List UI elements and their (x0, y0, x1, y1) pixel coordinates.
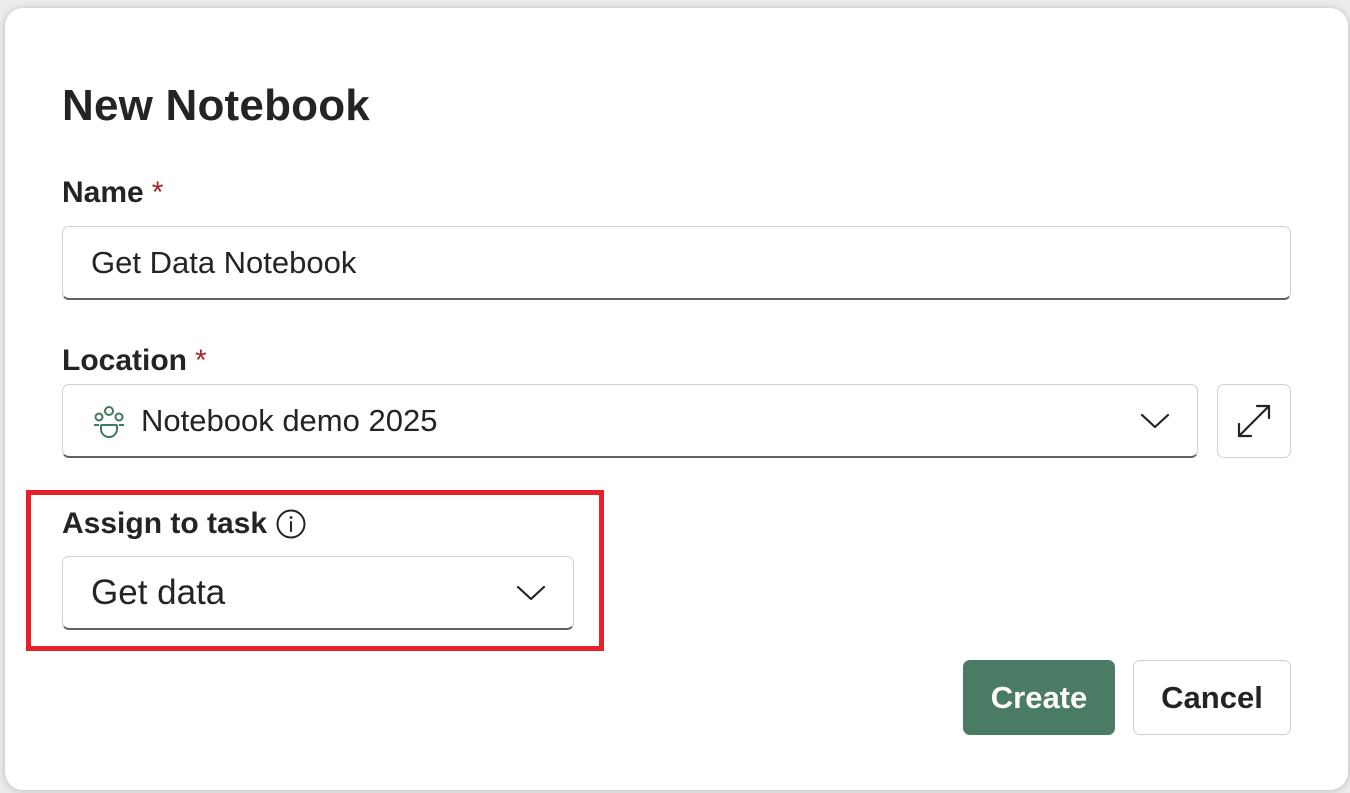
expand-icon (1237, 404, 1271, 438)
location-label-text: Location (62, 344, 187, 377)
dialog-title: New Notebook (62, 81, 370, 130)
location-dropdown[interactable]: Notebook demo 2025 (62, 384, 1198, 458)
location-required-marker: * (195, 344, 207, 377)
chevron-down-icon (1140, 413, 1170, 428)
workspace-icon (94, 405, 124, 438)
cancel-button[interactable]: Cancel (1133, 660, 1291, 735)
name-input[interactable]: Get Data Notebook (62, 226, 1291, 300)
highlight-annotation-box (26, 490, 604, 651)
new-notebook-dialog: New Notebook Name * Get Data Notebook Loc… (5, 8, 1348, 790)
name-label: Name * (62, 175, 163, 211)
name-required-marker: * (151, 176, 164, 209)
location-value: Notebook demo 2025 (141, 402, 438, 438)
create-button[interactable]: Create (963, 660, 1115, 735)
location-label: Location * (62, 343, 207, 379)
name-label-text: Name (62, 176, 144, 209)
name-input-value: Get Data Notebook (91, 244, 357, 280)
expand-location-button[interactable] (1217, 384, 1291, 458)
